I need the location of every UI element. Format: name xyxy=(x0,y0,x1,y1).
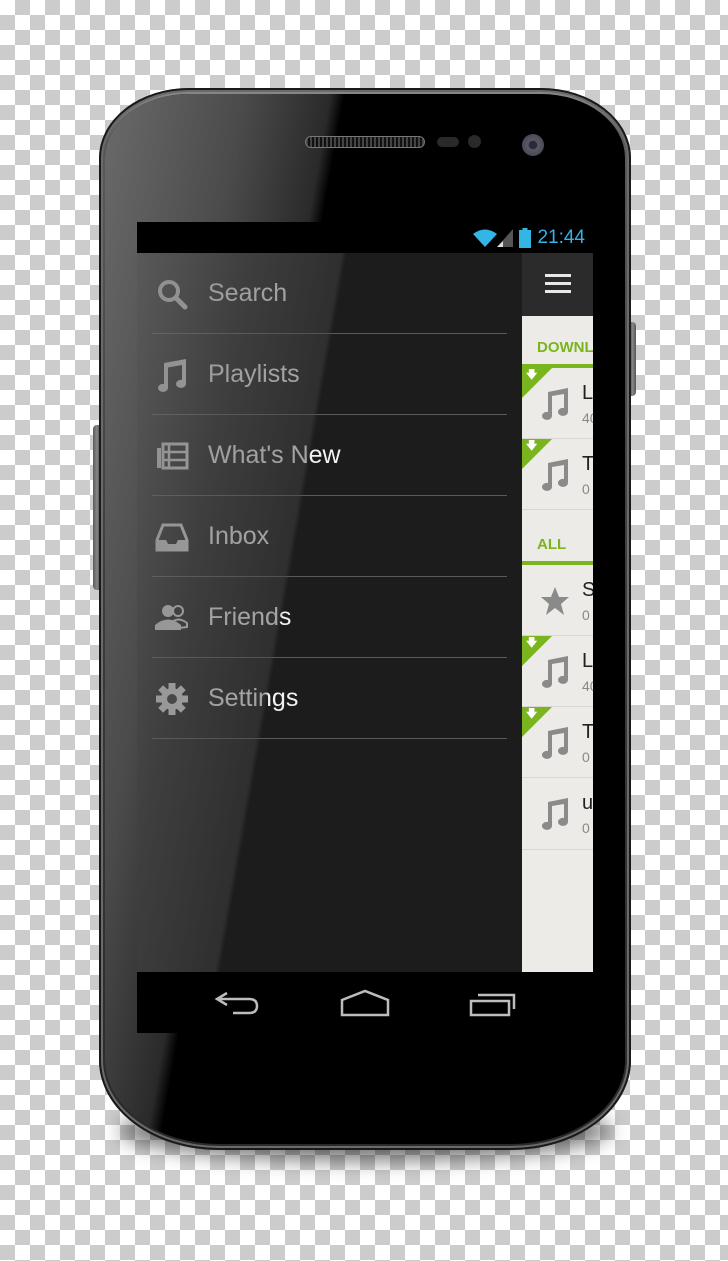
list-item-title: L xyxy=(582,382,593,404)
list-item-subtitle: 0 xyxy=(582,820,590,836)
section-header-label: ALL xyxy=(537,536,567,553)
drawer-item-search[interactable]: Search xyxy=(152,253,507,334)
list-item-subtitle: 40 xyxy=(582,678,593,694)
recent-apps-icon[interactable] xyxy=(468,989,518,1017)
section-header-downloaded: DOWNL xyxy=(522,316,593,368)
cell-signal-icon xyxy=(497,228,514,247)
drawer-item-label: Playlists xyxy=(208,360,300,388)
navigation-drawer: Search Playlists What's New Inbox Friend… xyxy=(137,253,522,972)
music-note-icon xyxy=(158,359,186,392)
list-item[interactable]: 🡇 T 0 xyxy=(522,439,593,510)
hamburger-menu-icon[interactable] xyxy=(545,274,571,294)
newspaper-icon xyxy=(157,442,189,470)
earpiece-speaker xyxy=(305,136,425,148)
drawer-item-label: Search xyxy=(208,279,288,307)
list-item-title: T xyxy=(582,453,593,475)
back-icon[interactable] xyxy=(213,989,263,1017)
gear-icon xyxy=(156,683,188,715)
list-item-subtitle: 0 xyxy=(582,481,590,497)
list-item-title: S xyxy=(582,579,593,601)
list-item-title: L xyxy=(582,650,593,672)
music-note-icon xyxy=(542,727,568,759)
navigation-bar xyxy=(137,972,593,1033)
music-note-icon xyxy=(542,656,568,688)
section-header-label: DOWNL xyxy=(537,339,593,356)
battery-icon xyxy=(519,227,532,248)
download-arrow-icon: 🡇 xyxy=(526,708,538,720)
front-camera xyxy=(522,134,544,156)
content-panel: DOWNL 🡇 L 40 🡇 T 0 ALL xyxy=(522,253,593,972)
star-icon xyxy=(541,587,569,615)
download-arrow-icon: 🡇 xyxy=(526,369,538,381)
list-item-subtitle: 0 xyxy=(582,607,590,623)
list-item[interactable]: S 0 xyxy=(522,565,593,636)
download-arrow-icon: 🡇 xyxy=(526,637,538,649)
section-header-all: ALL xyxy=(522,510,593,565)
list-item-title: u xyxy=(582,792,593,814)
drawer-item-label: Friends xyxy=(208,603,292,631)
list-item[interactable]: 🡇 L 40 xyxy=(522,636,593,707)
inbox-icon xyxy=(155,523,189,552)
home-icon[interactable] xyxy=(340,989,390,1017)
music-note-icon xyxy=(542,388,568,420)
drawer-item-whats-new[interactable]: What's New xyxy=(152,415,507,496)
drawer-item-label: What's New xyxy=(208,441,341,469)
music-note-icon xyxy=(542,459,568,491)
drawer-item-playlists[interactable]: Playlists xyxy=(152,334,507,415)
drawer-item-inbox[interactable]: Inbox xyxy=(152,496,507,577)
light-sensor xyxy=(468,135,481,148)
search-icon xyxy=(158,280,188,310)
list-item[interactable]: 🡇 T 0 xyxy=(522,707,593,778)
drawer-item-label: Inbox xyxy=(208,522,270,550)
music-note-icon xyxy=(542,798,568,830)
phone-screen: 21:44 DOWNL 🡇 L 40 🡇 T 0 xyxy=(137,222,593,1033)
friends-icon xyxy=(155,605,188,631)
list-item-subtitle: 0 xyxy=(582,749,590,765)
clock: 21:44 xyxy=(537,226,585,248)
drawer-item-friends[interactable]: Friends xyxy=(152,577,507,658)
wifi-icon xyxy=(473,229,498,247)
download-arrow-icon: 🡇 xyxy=(526,440,538,452)
drawer-item-settings[interactable]: Settings xyxy=(152,658,507,739)
drawer-item-label: Settings xyxy=(208,684,299,712)
list-item[interactable]: u 0 xyxy=(522,778,593,850)
proximity-sensor xyxy=(437,137,459,147)
status-bar: 21:44 xyxy=(137,222,593,253)
list-item-title: T xyxy=(582,721,593,743)
list-item-subtitle: 40 xyxy=(582,410,593,426)
list-item[interactable]: 🡇 L 40 xyxy=(522,368,593,439)
action-bar xyxy=(522,253,593,316)
